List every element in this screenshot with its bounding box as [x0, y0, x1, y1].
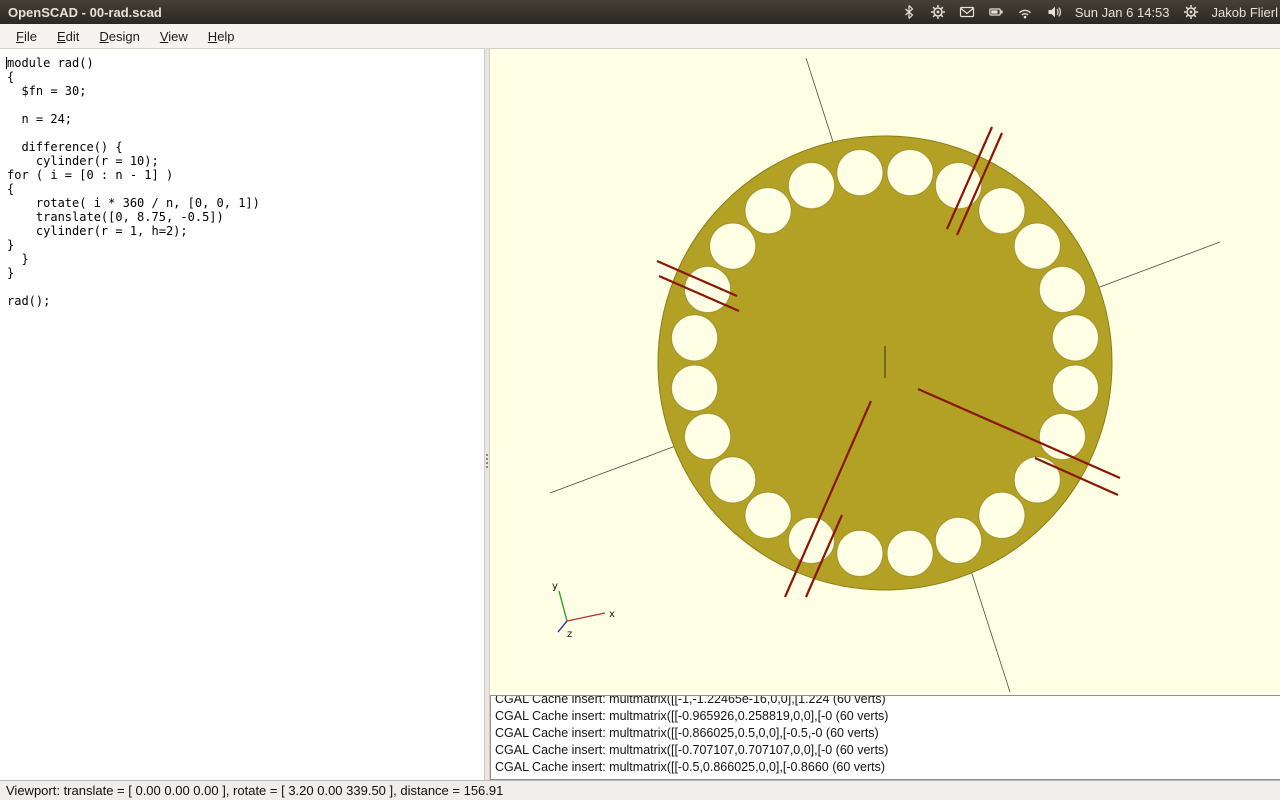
menu-edit[interactable]: Edit [47, 26, 89, 47]
disc-hole [745, 492, 791, 538]
code-line: { [7, 182, 484, 196]
openscad-window: OpenSCAD - 00-rad.scad [0, 0, 1280, 800]
console-line: CGAL Cache insert: multmatrix([[-0.86602… [495, 725, 1280, 742]
code-editor[interactable]: module rad(){ $fn = 30; n = 24; differen… [0, 49, 484, 780]
splitter-grip [486, 454, 488, 468]
disc-hole [745, 188, 791, 234]
bluetooth-icon[interactable] [901, 4, 917, 20]
axis-label-x: x [609, 609, 615, 620]
3d-viewport[interactable]: y x z [490, 49, 1280, 695]
disc-hole [710, 457, 756, 503]
code-line: } [7, 252, 484, 266]
session-user[interactable]: Jakob Flierl [1212, 5, 1278, 20]
menu-help[interactable]: Help [198, 26, 245, 47]
window-title: OpenSCAD - 00-rad.scad [8, 5, 162, 20]
menu-file[interactable]: File [6, 26, 47, 47]
status-bar: Viewport: translate = [ 0.00 0.00 0.00 ]… [0, 780, 1280, 800]
code-line: cylinder(r = 1, h=2); [7, 224, 484, 238]
battery-icon[interactable] [988, 4, 1004, 20]
console-line: CGAL Cache insert: multmatrix([[-0.96592… [495, 708, 1280, 725]
disc-hole [672, 315, 718, 361]
disc-hole [710, 223, 756, 269]
disc-hole [837, 530, 883, 576]
code-line: { [7, 70, 484, 84]
disc-hole [837, 150, 883, 196]
menu-view[interactable]: View [150, 26, 198, 47]
code-lines: module rad(){ $fn = 30; n = 24; differen… [0, 49, 484, 308]
code-line: $fn = 30; [7, 84, 484, 98]
code-line: n = 24; [7, 112, 484, 126]
disc-hole [1052, 315, 1098, 361]
disc-hole [789, 517, 835, 563]
disc-hole [685, 414, 731, 460]
indicator-area: Sun Jan 6 14:53 Jakob Flierl [901, 4, 1278, 20]
disc-hole [1052, 365, 1098, 411]
right-column: y x z CGAL Cache insert: multmatrix([[-1… [490, 49, 1280, 780]
console-line: CGAL Cache insert: multmatrix([[-1,-1.22… [495, 695, 1280, 708]
viewport-status-text: Viewport: translate = [ 0.00 0.00 0.00 ]… [6, 783, 503, 798]
disc-hole [1039, 267, 1085, 313]
axis-label-z: z [567, 629, 572, 640]
system-panel: OpenSCAD - 00-rad.scad [0, 0, 1280, 24]
disc-hole [672, 365, 718, 411]
console-line: CGAL Cache insert: multmatrix([[-0.70710… [495, 742, 1280, 759]
wifi-icon[interactable] [1017, 4, 1033, 20]
code-line: module rad() [7, 56, 484, 70]
disc-hole [887, 150, 933, 196]
code-line: cylinder(r = 10); [7, 154, 484, 168]
code-line [7, 98, 484, 112]
clock[interactable]: Sun Jan 6 14:53 [1075, 5, 1170, 20]
code-line: difference() { [7, 140, 484, 154]
disc-hole [936, 517, 982, 563]
code-line: translate([0, 8.75, -0.5]) [7, 210, 484, 224]
code-line [7, 280, 484, 294]
viewport-canvas[interactable]: y x z [490, 49, 1280, 695]
main-area: module rad(){ $fn = 30; n = 24; differen… [0, 49, 1280, 780]
console-lines: CGAL Cache insert: multmatrix([[-1,-1.22… [495, 695, 1280, 776]
console-log[interactable]: CGAL Cache insert: multmatrix([[-1,-1.22… [490, 695, 1280, 780]
code-line: } [7, 266, 484, 280]
menu-design[interactable]: Design [89, 26, 149, 47]
console-line: CGAL Cache insert: multmatrix([[-0.5,0.8… [495, 759, 1280, 776]
code-line: } [7, 238, 484, 252]
session-gear-icon[interactable] [1183, 4, 1199, 20]
disc-hole [979, 188, 1025, 234]
code-line: rotate( i * 360 / n, [0, 0, 1]) [7, 196, 484, 210]
code-line: for ( i = [0 : n - 1] ) [7, 168, 484, 182]
axis-label-y: y [552, 581, 558, 592]
disc-hole [979, 492, 1025, 538]
disc-hole [789, 163, 835, 209]
gear-indicator-icon[interactable] [930, 4, 946, 20]
code-line: rad(); [7, 294, 484, 308]
mail-icon[interactable] [959, 4, 975, 20]
menu-bar: FileEditDesignViewHelp [0, 24, 1280, 49]
volume-icon[interactable] [1046, 4, 1062, 20]
code-line [7, 126, 484, 140]
disc-hole [887, 530, 933, 576]
text-cursor [6, 57, 7, 69]
disc-hole [1014, 223, 1060, 269]
disc-hole [1014, 457, 1060, 503]
